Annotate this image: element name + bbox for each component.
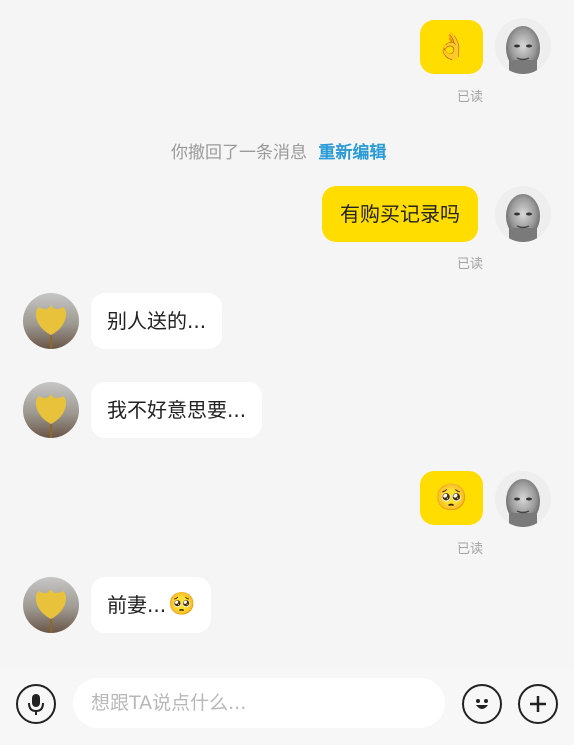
message-input[interactable] [73,678,445,728]
message-text: 别人送的... [107,309,207,333]
microphone-icon [28,694,44,715]
contact-avatar[interactable] [23,293,79,349]
message-row-2: 有购买记录吗 已读 [0,180,574,272]
read-status: 已读 [457,90,484,105]
message-bubble-text[interactable]: 我不好意思要... [91,382,263,438]
contact-avatar[interactable] [23,382,79,438]
my-avatar[interactable] [495,471,551,527]
more-button[interactable] [518,684,558,724]
message-text: 我不好意思要... [107,398,247,422]
my-avatar[interactable] [495,186,551,242]
message-text: 有购买记录吗 [340,202,460,226]
ok-hand-emoji: 👌 [435,32,468,62]
message-row-3: 别人送的... [0,290,574,354]
recall-notice: 你撤回了一条消息 重新编辑 [171,138,386,163]
emoji-icon [476,699,488,709]
message-bubble-text[interactable]: 别人送的... [91,293,223,349]
message-row-1: 👌 已读 [0,0,574,110]
contact-avatar[interactable] [23,577,79,633]
message-bubble-text[interactable]: 有购买记录吗 [322,186,478,242]
message-row-4: 我不好意思要... [0,380,574,444]
message-input-bar [0,670,574,745]
message-row-6: 前妻... 🥺 [0,575,574,639]
message-bubble-emoji[interactable]: 🥺 [420,471,483,525]
my-avatar[interactable] [495,18,551,74]
plus-icon [530,696,546,712]
message-row-5: 🥺 已读 [0,465,574,565]
read-status: 已读 [457,257,484,272]
re-edit-link[interactable]: 重新编辑 [318,143,386,163]
emoji-button[interactable] [462,684,502,724]
voice-button[interactable] [16,684,56,724]
message-text: 前妻... [107,593,167,617]
recall-text: 你撤回了一条消息 [171,143,307,163]
pleading-face-emoji: 🥺 [435,483,468,513]
pleading-face-emoji: 🥺 [168,592,196,617]
read-status: 已读 [457,542,484,557]
message-bubble-emoji[interactable]: 👌 [420,20,483,74]
message-bubble-text[interactable]: 前妻... 🥺 [91,577,212,633]
